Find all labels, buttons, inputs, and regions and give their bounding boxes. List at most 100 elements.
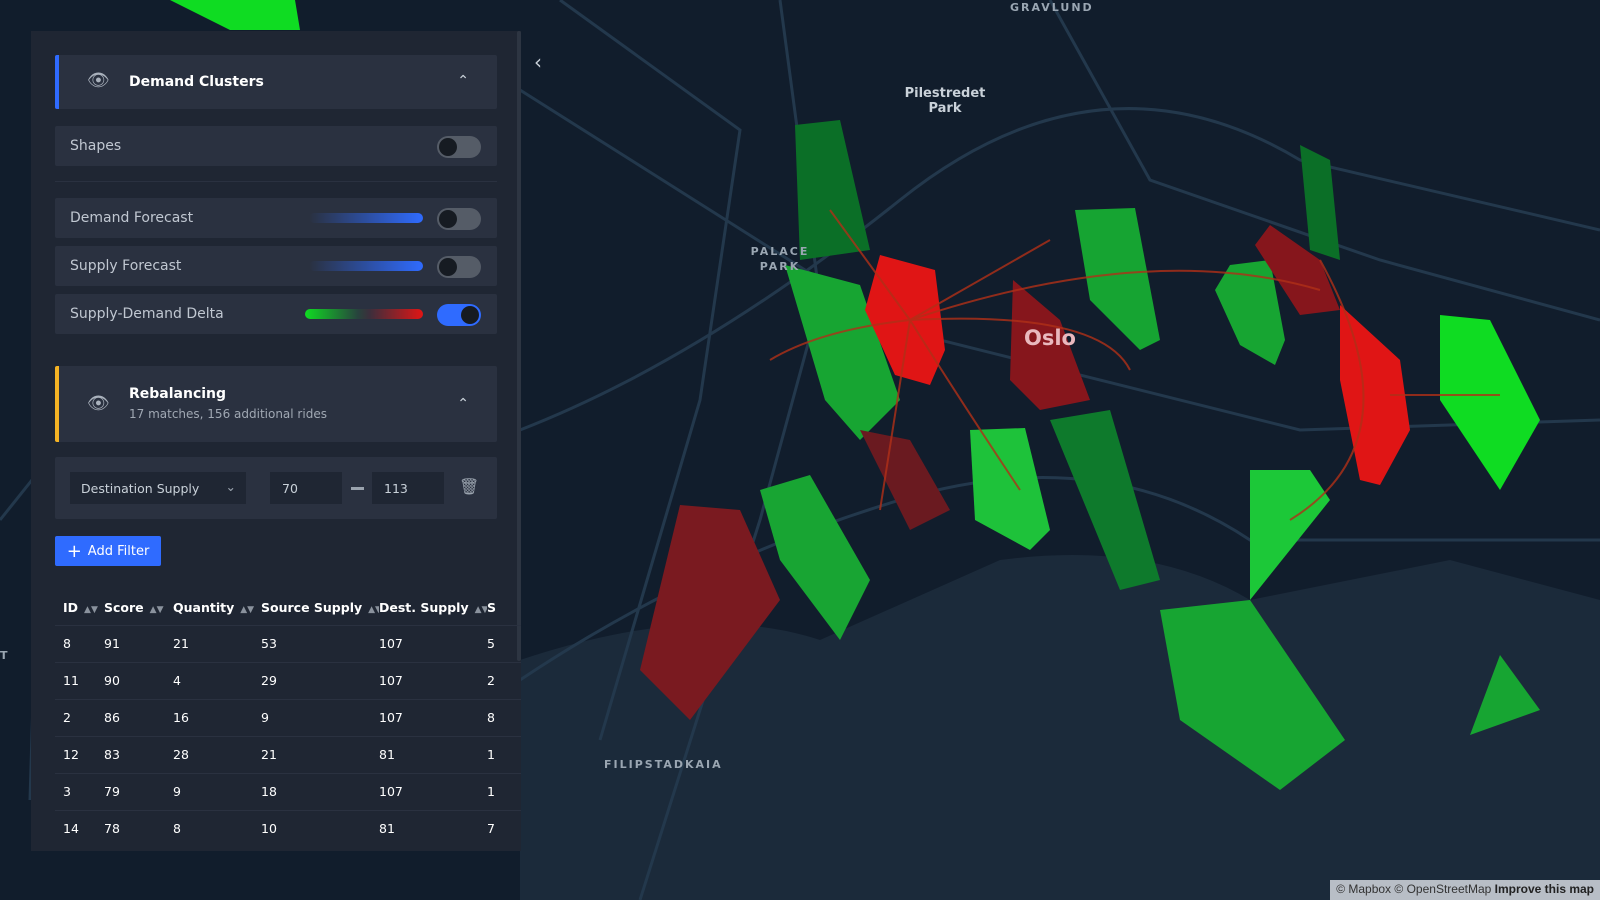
column-header[interactable]: Source Supply ▲▼ (261, 591, 379, 625)
map-label-gravlund: GRAVLUND (1010, 1, 1094, 14)
add-filter-label: Add Filter (87, 543, 150, 559)
table-row[interactable]: 3 79 9 18 107 1 (55, 772, 521, 810)
table-cell: 12 (55, 735, 104, 773)
table-cell: 1 (487, 735, 521, 773)
map-label-edge: T (0, 649, 10, 662)
trash-icon[interactable]: 🗑 (459, 477, 479, 496)
layer-panel: 👁 Demand Clusters ⌃ Shapes Demand Foreca… (31, 31, 521, 851)
layer-row-supply-demand-delta: Supply-Demand Delta (55, 294, 497, 334)
table-cell: 16 (173, 698, 261, 736)
add-filter-button[interactable]: + Add Filter (55, 536, 161, 566)
table-cell: 81 (379, 809, 487, 847)
shapes-toggle[interactable] (437, 136, 481, 158)
legend-gradient (305, 309, 423, 319)
supply-forecast-toggle[interactable] (437, 256, 481, 278)
table-cell: 8 (173, 809, 261, 847)
table-cell: 3 (55, 772, 104, 810)
layer-label: Supply Forecast (70, 258, 182, 274)
column-label: ID (63, 600, 79, 616)
table-cell: 10 (261, 809, 379, 847)
table-cell: 18 (261, 772, 379, 810)
map-label-oslo: Oslo (1024, 326, 1076, 350)
table-cell: 2 (55, 698, 104, 736)
table-cell: 21 (261, 735, 379, 773)
demand-clusters-title: Demand Clusters (129, 74, 264, 90)
column-header[interactable]: Quantity ▲▼ (173, 591, 261, 625)
table-row[interactable]: 12 83 28 21 81 1 (55, 735, 521, 773)
panel-scrollbar[interactable] (517, 31, 521, 661)
layer-row-shapes: Shapes (55, 126, 497, 166)
table-cell: 14 (55, 809, 104, 847)
sort-icon[interactable]: ▲▼ (240, 605, 254, 615)
filter-row: Destination Supply ⌄ 🗑 (55, 457, 497, 519)
table-cell: 107 (379, 624, 487, 662)
table-row[interactable]: 14 78 8 10 81 7 (55, 809, 521, 847)
plus-icon: + (66, 540, 82, 562)
table-cell: 5 (487, 624, 521, 662)
filter-min-input[interactable] (270, 472, 342, 504)
map-attribution: © Mapbox © OpenStreetMap Improve this ma… (1330, 880, 1600, 900)
table-cell: 53 (261, 624, 379, 662)
table-cell: 107 (379, 772, 487, 810)
table-cell: 78 (104, 809, 173, 847)
table-cell: 107 (379, 698, 487, 736)
sort-icon[interactable]: ▲▼ (150, 605, 164, 615)
column-header[interactable]: Dest. Supply ▲▼ (379, 591, 487, 625)
table-cell: 1 (487, 772, 521, 810)
sort-icon[interactable]: ▲▼ (368, 605, 379, 615)
chevron-up-icon[interactable]: ⌃ (457, 73, 469, 89)
column-header[interactable]: S (487, 591, 521, 625)
filter-field-select[interactable]: Destination Supply ⌄ (70, 472, 246, 504)
column-header[interactable]: Score ▲▼ (104, 591, 173, 625)
table-cell: 79 (104, 772, 173, 810)
divider (55, 181, 497, 182)
chevron-down-icon: ⌄ (225, 479, 236, 494)
rebalancing-title: Rebalancing (129, 386, 227, 402)
range-dash (351, 487, 364, 490)
layer-label: Demand Forecast (70, 210, 194, 226)
layer-row-demand-forecast: Demand Forecast (55, 198, 497, 238)
table-cell: 28 (173, 735, 261, 773)
layer-label: Supply-Demand Delta (70, 306, 224, 322)
table-cell: 91 (104, 624, 173, 662)
table-cell: 83 (104, 735, 173, 773)
table-cell: 11 (55, 661, 104, 699)
table-cell: 9 (261, 698, 379, 736)
table-cell: 2 (487, 661, 521, 699)
table-row[interactable]: 11 90 4 29 107 2 (55, 661, 521, 699)
eye-icon[interactable]: 👁 (87, 70, 110, 91)
osm-link[interactable]: © OpenStreetMap (1394, 882, 1491, 896)
table-cell: 107 (379, 661, 487, 699)
legend-gradient (309, 261, 423, 271)
table-cell: 9 (173, 772, 261, 810)
rebalancing-header[interactable]: 👁 Rebalancing 17 matches, 156 additional… (55, 366, 497, 442)
legend-gradient (309, 213, 423, 223)
sort-icon[interactable]: ▲▼ (84, 605, 98, 615)
table-cell: 81 (379, 735, 487, 773)
layer-label: Shapes (70, 138, 122, 154)
rebalancing-table: ID ▲▼ Score ▲▼ Quantity ▲▼ Source Supply ▲▼ Dest… (55, 591, 521, 847)
table-row[interactable]: 2 86 16 9 107 8 (55, 698, 521, 736)
supply-demand-delta-toggle[interactable] (437, 304, 481, 326)
table-cell: 8 (487, 698, 521, 736)
eye-icon[interactable]: 👁 (87, 393, 110, 414)
demand-forecast-toggle[interactable] (437, 208, 481, 230)
collapse-panel-button[interactable]: ‹ (534, 50, 542, 74)
map-label-palace-park: PALACE PARK (750, 245, 810, 273)
improve-map-link[interactable]: Improve this map (1495, 882, 1594, 896)
table-cell: 4 (173, 661, 261, 699)
demand-clusters-header[interactable]: 👁 Demand Clusters ⌃ (55, 55, 497, 109)
table-row[interactable]: 8 91 21 53 107 5 (55, 624, 521, 662)
column-label: Dest. Supply (379, 600, 469, 616)
map-label-pilestredet-park: Pilestredet Park (904, 86, 986, 116)
filter-max-input[interactable] (372, 472, 444, 504)
mapbox-link[interactable]: © Mapbox (1336, 882, 1391, 896)
filter-field-value: Destination Supply (81, 481, 200, 496)
column-label: Source Supply (261, 600, 363, 616)
table-cell: 90 (104, 661, 173, 699)
column-header[interactable]: ID ▲▼ (55, 591, 104, 625)
sort-icon[interactable]: ▲▼ (475, 605, 487, 615)
table-cell: 86 (104, 698, 173, 736)
column-label: Quantity (173, 600, 235, 616)
chevron-up-icon[interactable]: ⌃ (457, 396, 469, 412)
